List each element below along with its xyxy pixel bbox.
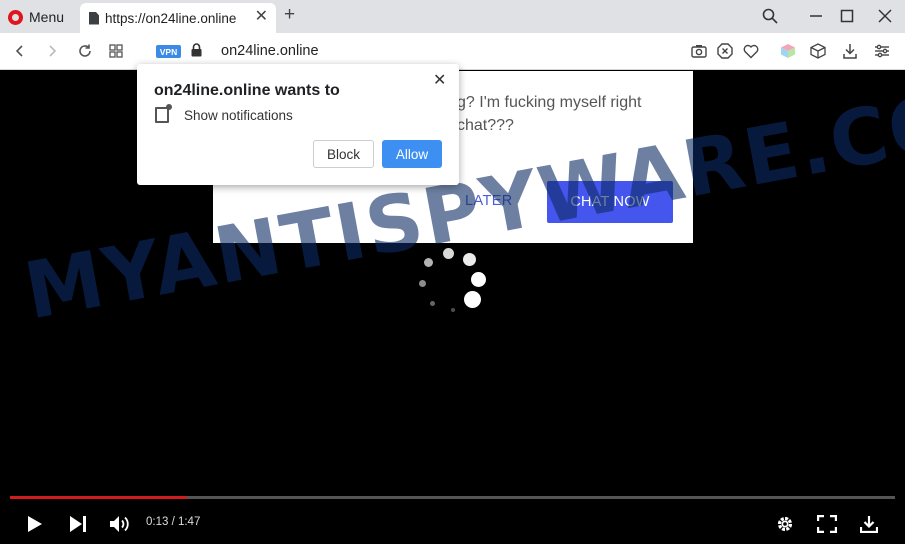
chat-ad-message: g? I'm fucking myself right chat???	[457, 94, 642, 134]
page-file-icon	[89, 11, 99, 25]
allow-button[interactable]: Allow	[382, 140, 442, 168]
video-download-icon[interactable]	[857, 512, 881, 536]
video-time: 0:13 / 1:47	[146, 516, 201, 528]
maximize-icon[interactable]	[837, 6, 857, 26]
fullscreen-icon[interactable]	[815, 512, 839, 536]
tab-title: https://on24line.online	[105, 10, 237, 26]
heart-icon[interactable]	[742, 42, 760, 60]
new-tab-icon[interactable]: +	[284, 5, 295, 25]
adblock-icon[interactable]	[716, 42, 734, 60]
video-progress-bar[interactable]	[10, 496, 895, 499]
box-icon[interactable]	[809, 42, 827, 60]
video-progress-fill	[10, 496, 187, 499]
block-button[interactable]: Block	[313, 140, 374, 168]
notification-title: on24line.online wants to	[154, 82, 340, 99]
window-close-icon[interactable]	[875, 6, 895, 26]
reload-icon[interactable]	[75, 41, 95, 61]
browser-window: Menu https://on24line.online ✕ + VPN on2…	[0, 0, 905, 544]
notification-bell-icon	[155, 104, 172, 123]
tab-grid-icon[interactable]	[106, 41, 126, 61]
easy-setup-icon[interactable]	[873, 42, 891, 60]
tab-close-icon[interactable]: ✕	[255, 9, 268, 25]
extension-cube-icon[interactable]	[779, 42, 797, 60]
minimize-icon[interactable]	[806, 6, 826, 26]
menu-label: Menu	[29, 9, 65, 25]
vpn-badge[interactable]: VPN	[156, 45, 181, 58]
play-icon[interactable]	[23, 512, 47, 536]
search-icon[interactable]	[760, 6, 780, 26]
settings-gear-icon[interactable]	[773, 512, 797, 536]
next-icon[interactable]	[66, 512, 90, 536]
notification-permission-popup: on24line.online wants to ✕ Show notifica…	[137, 64, 459, 185]
notification-close-icon[interactable]: ✕	[433, 70, 446, 90]
camera-icon[interactable]	[690, 42, 708, 60]
opera-menu-button[interactable]: Menu	[8, 6, 64, 28]
lock-icon[interactable]	[191, 43, 202, 62]
loading-spinner-icon	[410, 239, 490, 319]
url-text[interactable]: on24line.online	[221, 43, 319, 59]
volume-icon[interactable]	[108, 512, 132, 536]
opera-logo-icon	[8, 9, 23, 25]
download-icon[interactable]	[841, 42, 859, 60]
active-tab[interactable]: https://on24line.online ✕	[80, 3, 276, 33]
forward-icon[interactable]	[42, 41, 62, 61]
tab-strip: Menu https://on24line.online ✕ +	[0, 0, 905, 33]
notification-permission-text: Show notifications	[184, 108, 293, 123]
back-icon[interactable]	[10, 41, 30, 61]
